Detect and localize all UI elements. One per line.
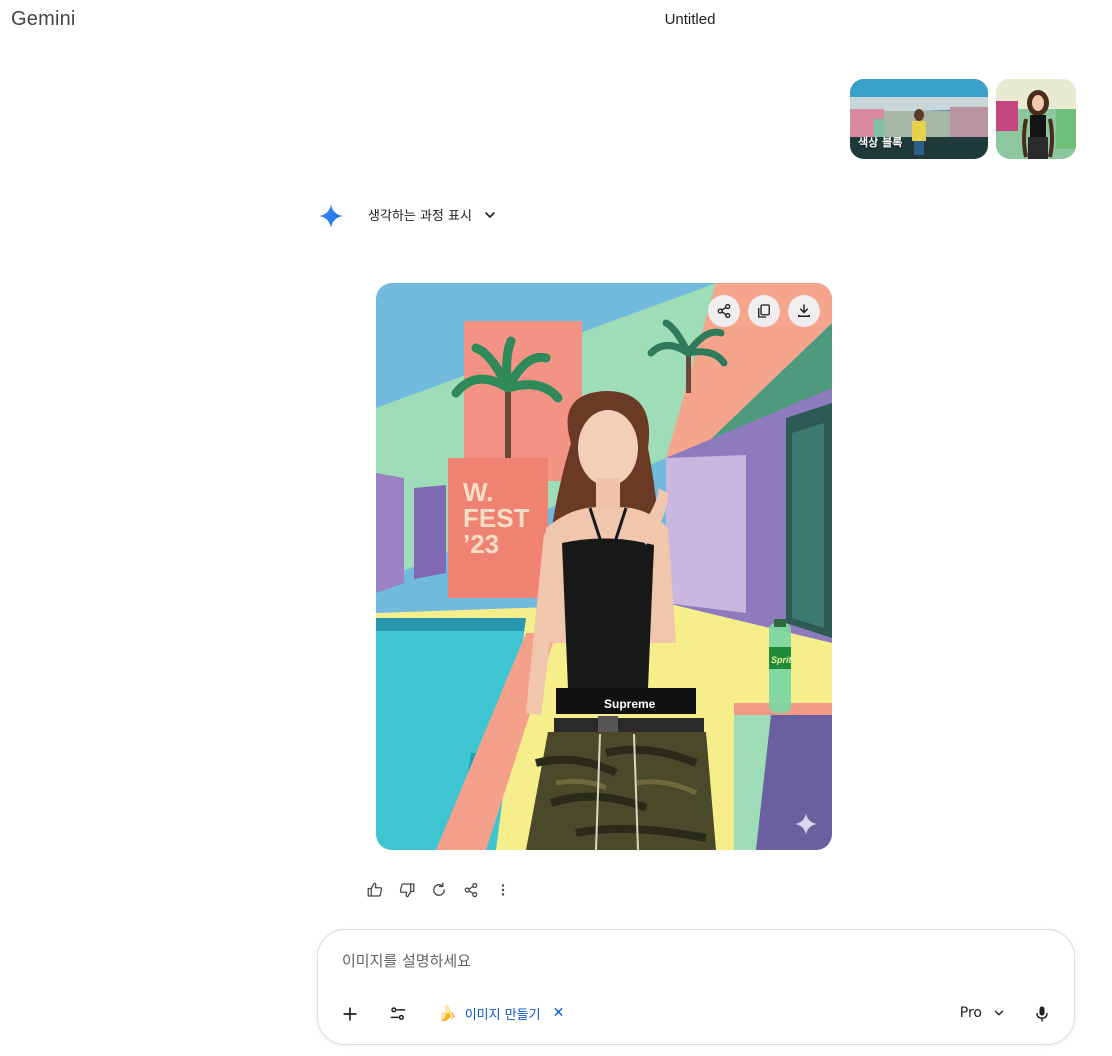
attachment-image	[996, 79, 1076, 159]
copy-image-button[interactable]	[748, 295, 780, 327]
response-actions	[364, 875, 514, 905]
regenerate-button[interactable]	[428, 875, 450, 905]
image-action-bar	[708, 295, 820, 327]
thumbs-down-icon	[399, 883, 415, 898]
gemini-app: Gemini Untitled 색상 블록 생각하는 과정 표시 W. FEST…	[0, 0, 1112, 1056]
chat-title: Untitled	[0, 11, 1112, 28]
more-options-button[interactable]	[492, 875, 514, 905]
sign-line-3: ’23	[463, 529, 499, 559]
banana-icon: 🍌	[438, 1004, 457, 1022]
tool-chip-label: 이미지 만들기	[464, 1007, 541, 1023]
microphone-button[interactable]	[1024, 996, 1060, 1032]
thumbs-up-icon	[367, 882, 383, 897]
chevron-down-icon	[994, 1010, 1004, 1016]
generated-illustration: W. FEST ’23 Sprite Supreme	[376, 283, 832, 850]
chat-title-text[interactable]: Untitled	[665, 11, 716, 28]
bottle-label: Sprite	[771, 655, 797, 665]
add-files-button[interactable]	[332, 996, 368, 1032]
share-image-button[interactable]	[708, 295, 740, 327]
plus-icon	[343, 1007, 357, 1021]
share-response-button[interactable]	[460, 875, 482, 905]
generated-image[interactable]: W. FEST ’23 Sprite Supreme	[376, 283, 832, 850]
chevron-down-icon	[485, 211, 495, 218]
bad-response-button[interactable]	[396, 875, 418, 905]
model-selector[interactable]: Pro	[960, 1000, 1006, 1026]
more-vert-icon	[501, 884, 505, 896]
gemini-spark-icon	[319, 204, 343, 228]
attachment-thumbnail[interactable]: 색상 블록	[850, 79, 988, 159]
good-response-button[interactable]	[364, 875, 386, 905]
copy-icon	[758, 304, 770, 318]
microphone-icon	[1036, 1006, 1048, 1022]
remove-tool-close-icon[interactable]: ✕	[553, 1005, 565, 1021]
model-label: Pro	[959, 1005, 982, 1021]
attachment-caption: 색상 블록	[858, 136, 903, 149]
ai-watermark-icon	[795, 813, 817, 835]
download-image-button[interactable]	[788, 295, 820, 327]
user-attachments: 색상 블록	[850, 79, 1076, 159]
prompt-composer: 🍌 이미지 만들기 ✕ Pro	[317, 929, 1075, 1045]
show-thinking-label: 생각하는 과정 표시	[368, 209, 472, 224]
share-icon	[464, 882, 478, 898]
tools-button[interactable]	[380, 996, 416, 1032]
download-icon	[798, 304, 810, 317]
prompt-input[interactable]	[342, 952, 942, 970]
tune-icon	[390, 1007, 406, 1020]
attachment-thumbnail[interactable]	[996, 79, 1076, 159]
regenerate-icon	[433, 882, 445, 896]
waistband-label: Supreme	[604, 697, 656, 711]
create-image-tool-chip[interactable]: 🍌 이미지 만들기 ✕	[428, 998, 574, 1028]
share-icon	[717, 303, 731, 319]
show-thinking-toggle[interactable]: 생각하는 과정 표시	[368, 205, 498, 224]
